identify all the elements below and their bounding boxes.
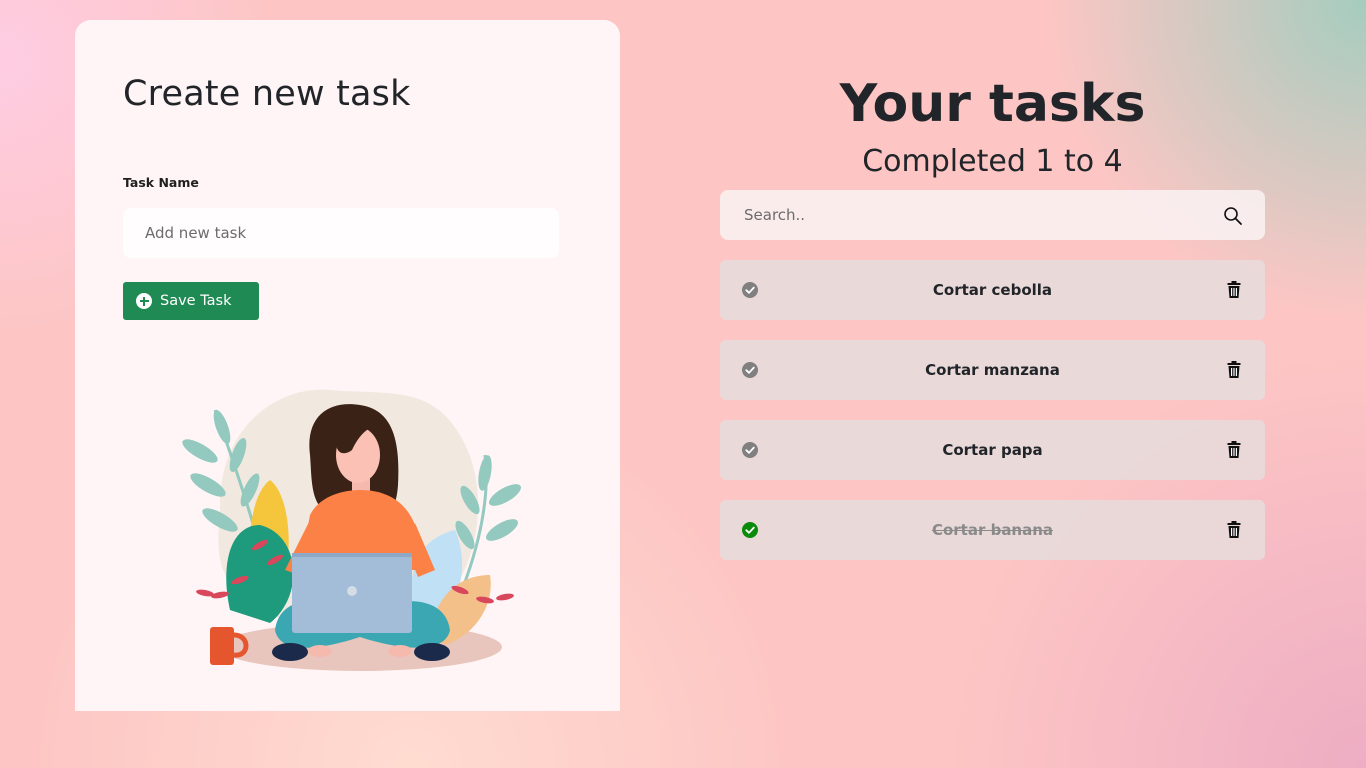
task-name: Cortar papa [942, 441, 1043, 459]
woman-with-laptop-illustration [182, 389, 521, 671]
trash-icon[interactable] [1227, 441, 1241, 458]
trash-icon[interactable] [1227, 521, 1241, 538]
search-box [720, 190, 1265, 240]
search-input[interactable] [742, 205, 1206, 225]
create-task-card: Create new task Task Name Save Task [75, 20, 620, 711]
completed-summary: Completed 1 to 4 [862, 144, 1123, 179]
task-name: Cortar banana [931, 521, 1054, 539]
your-tasks-title: Your tasks [839, 74, 1146, 134]
task-item: Cortar manzana [720, 340, 1265, 400]
task-item: Cortar banana [720, 500, 1265, 560]
trash-icon[interactable] [1227, 361, 1241, 378]
save-task-label: Save Task [160, 293, 232, 309]
search-icon[interactable] [1223, 206, 1243, 226]
save-task-button[interactable]: Save Task [123, 282, 259, 320]
plus-circle-icon [136, 293, 152, 309]
trash-icon[interactable] [1227, 281, 1241, 298]
create-task-title: Create new task [123, 74, 411, 114]
task-name: Cortar manzana [925, 361, 1060, 379]
task-item: Cortar papa [720, 420, 1265, 480]
task-name-label: Task Name [123, 175, 199, 190]
task-name-input[interactable] [123, 208, 559, 258]
task-name: Cortar cebolla [932, 281, 1053, 299]
task-item: Cortar cebolla [720, 260, 1265, 320]
